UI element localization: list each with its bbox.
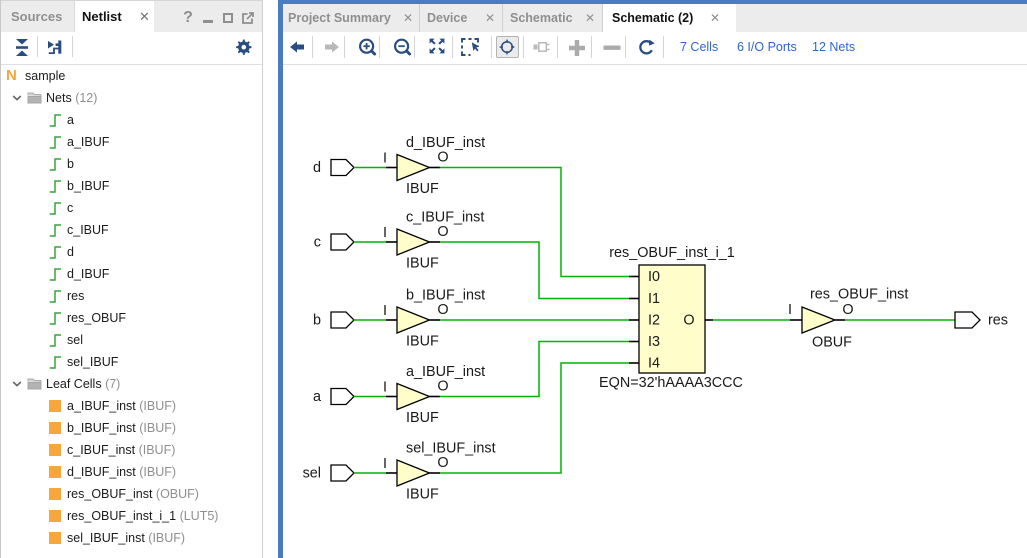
svg-text:res_OBUF_inst: res_OBUF_inst [810,287,908,303]
svg-text:O: O [437,455,448,471]
svg-text:IBUF: IBUF [406,410,439,426]
svg-text:O: O [437,379,448,395]
svg-text:res: res [988,313,1008,329]
svg-text:I3: I3 [648,334,660,350]
svg-text:c: c [314,235,321,251]
svg-text:EQN=32'hAAAA3CCC: EQN=32'hAAAA3CCC [599,375,743,391]
svg-text:b_IBUF_inst: b_IBUF_inst [406,288,485,304]
svg-text:I4: I4 [648,356,660,372]
svg-text:O: O [683,313,694,329]
svg-text:res_OBUF_inst_i_1: res_OBUF_inst_i_1 [609,245,735,261]
svg-text:sel: sel [303,466,321,482]
svg-text:sel_IBUF_inst: sel_IBUF_inst [406,441,496,457]
svg-text:I: I [383,380,387,396]
svg-text:IBUF: IBUF [406,334,439,350]
svg-text:d: d [313,160,321,176]
svg-text:I: I [383,225,387,241]
svg-text:IBUF: IBUF [406,181,439,197]
svg-text:O: O [437,150,448,166]
svg-text:d_IBUF_inst: d_IBUF_inst [406,135,485,151]
svg-text:IBUF: IBUF [406,256,439,272]
svg-text:O: O [842,302,853,318]
svg-text:O: O [437,224,448,240]
svg-text:I: I [383,303,387,319]
svg-text:I: I [383,151,387,167]
svg-text:c_IBUF_inst: c_IBUF_inst [406,210,484,226]
svg-text:a: a [313,389,321,405]
svg-text:I1: I1 [648,291,660,307]
svg-text:b: b [313,313,321,329]
svg-text:I2: I2 [648,313,660,329]
svg-text:I: I [788,302,792,318]
svg-text:OBUF: OBUF [812,335,852,351]
svg-text:I: I [383,456,387,472]
svg-text:a_IBUF_inst: a_IBUF_inst [406,364,485,380]
svg-text:O: O [437,302,448,318]
svg-text:I0: I0 [648,269,660,285]
svg-text:IBUF: IBUF [406,487,439,503]
